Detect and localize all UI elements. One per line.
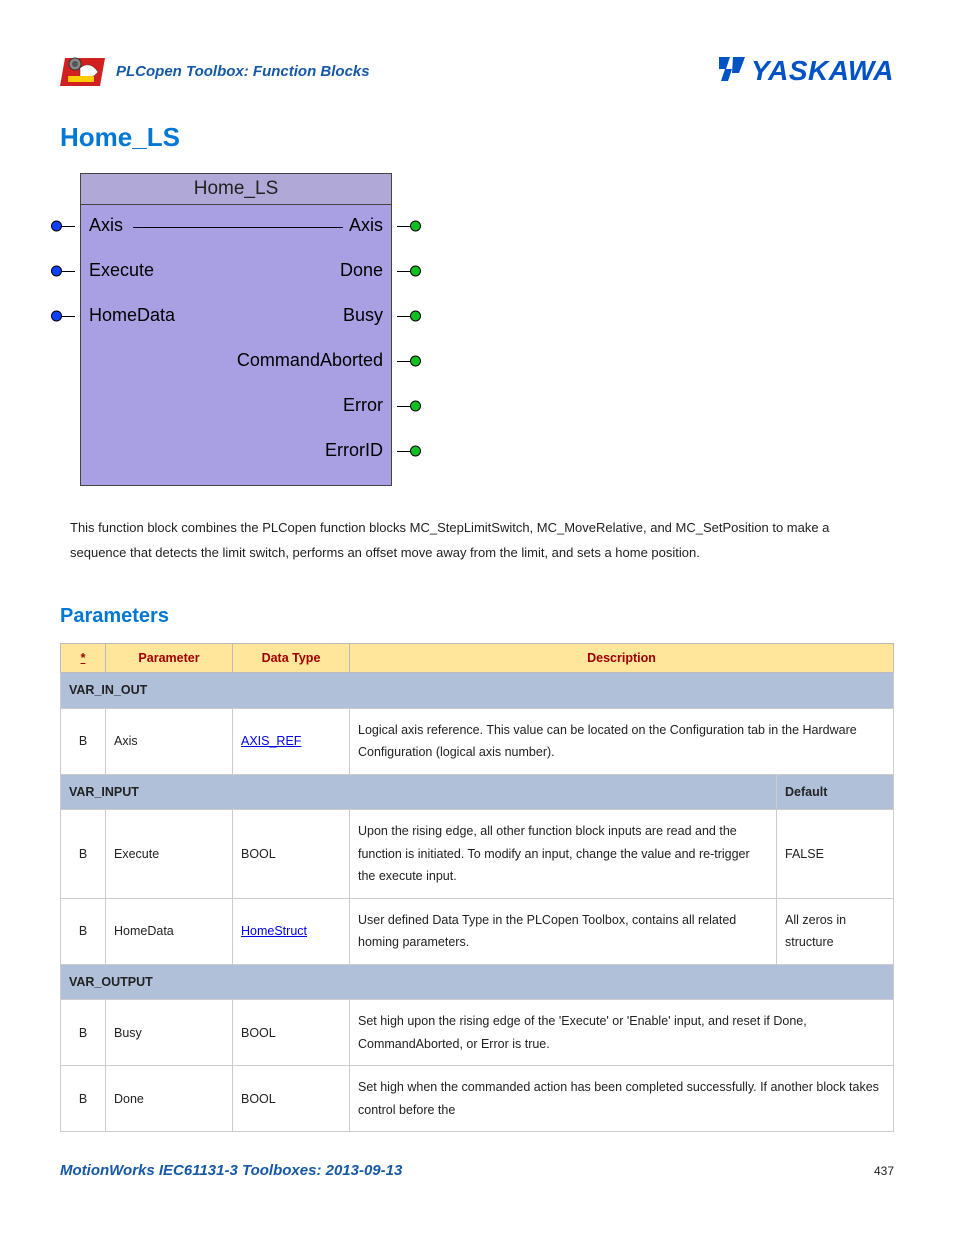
section-label: VAR_IN_OUT (61, 673, 894, 709)
col-parameter: Parameter (106, 644, 233, 673)
fb-output-errorid: ErrorID (317, 440, 391, 461)
cell-b: B (61, 708, 106, 774)
cell-b: B (61, 1000, 106, 1066)
header-subtitle: PLCopen Toolbox: Function Blocks (116, 63, 370, 80)
axis-ref-link[interactable]: AXIS_REF (241, 734, 301, 748)
col-description: Description (350, 644, 894, 673)
cell-desc: Set high when the commanded action has b… (350, 1066, 894, 1132)
section-var-in-out: VAR_IN_OUT (61, 673, 894, 709)
cell-b: B (61, 898, 106, 964)
cell-param: HomeData (106, 898, 233, 964)
cell-param: Axis (106, 708, 233, 774)
header-left: PLCopen Toolbox: Function Blocks (60, 50, 370, 92)
cell-param: Done (106, 1066, 233, 1132)
col-star: * (61, 644, 106, 673)
page-title: Home_LS (60, 122, 894, 153)
cell-default: FALSE (777, 810, 894, 899)
cell-param: Execute (106, 810, 233, 899)
cell-default: All zeros in structure (777, 898, 894, 964)
fb-title: Home_LS (81, 174, 391, 205)
cell-b: B (61, 810, 106, 899)
table-row: B Busy BOOL Set high upon the rising edg… (61, 1000, 894, 1066)
fb-input-execute: Execute (81, 260, 162, 281)
cell-desc: Upon the rising edge, all other function… (350, 810, 777, 899)
yaskawa-mark-icon (717, 55, 747, 88)
fb-output-commandaborted: CommandAborted (229, 350, 391, 371)
parameters-heading: Parameters (60, 605, 894, 628)
fb-output-busy: Busy (335, 305, 391, 326)
section-label: VAR_OUTPUT (61, 964, 894, 1000)
fb-input-axis: Axis (81, 215, 131, 236)
section-label: VAR_INPUT (61, 774, 777, 810)
cell-desc: Logical axis reference. This value can b… (350, 708, 894, 774)
plcopen-logo-icon (60, 50, 110, 92)
cell-b: B (61, 1066, 106, 1132)
cell-param: Busy (106, 1000, 233, 1066)
section-var-input: VAR_INPUT Default (61, 774, 894, 810)
brand-text: YASKAWA (751, 55, 894, 87)
fb-box: Home_LS Axis Axis Execute Done HomeData … (80, 173, 392, 486)
parameters-table: * Parameter Data Type Description VAR_IN… (60, 643, 894, 1132)
function-block-diagram: Home_LS Axis Axis Execute Done HomeData … (80, 173, 894, 486)
page-footer: MotionWorks IEC61131-3 Toolboxes: 2013-0… (60, 1162, 894, 1179)
table-row: B Execute BOOL Upon the rising edge, all… (61, 810, 894, 899)
table-row: B Axis AXIS_REF Logical axis reference. … (61, 708, 894, 774)
table-row: B HomeData HomeStruct User defined Data … (61, 898, 894, 964)
page-number: 437 (874, 1164, 894, 1178)
table-row: B Done BOOL Set high when the commanded … (61, 1066, 894, 1132)
fb-output-error: Error (335, 395, 391, 416)
description-text: This function block combines the PLCopen… (70, 516, 884, 565)
col-datatype: Data Type (233, 644, 350, 673)
fb-output-done: Done (332, 260, 391, 281)
cell-desc: User defined Data Type in the PLCopen To… (350, 898, 777, 964)
fb-output-axis: Axis (341, 215, 391, 236)
cell-type: BOOL (233, 810, 350, 899)
section-var-output: VAR_OUTPUT (61, 964, 894, 1000)
cell-type: BOOL (233, 1000, 350, 1066)
fb-input-homedata: HomeData (81, 305, 183, 326)
table-header-row: * Parameter Data Type Description (61, 644, 894, 673)
col-default: Default (777, 774, 894, 810)
fb-body: Axis Axis Execute Done HomeData Busy Com… (81, 205, 391, 485)
homestruct-link[interactable]: HomeStruct (241, 924, 307, 938)
yaskawa-logo: YASKAWA (717, 55, 894, 88)
page-header: PLCopen Toolbox: Function Blocks YASKAWA (60, 50, 894, 92)
footer-text: MotionWorks IEC61131-3 Toolboxes: 2013-0… (60, 1162, 402, 1179)
cell-desc: Set high upon the rising edge of the 'Ex… (350, 1000, 894, 1066)
cell-type: BOOL (233, 1066, 350, 1132)
